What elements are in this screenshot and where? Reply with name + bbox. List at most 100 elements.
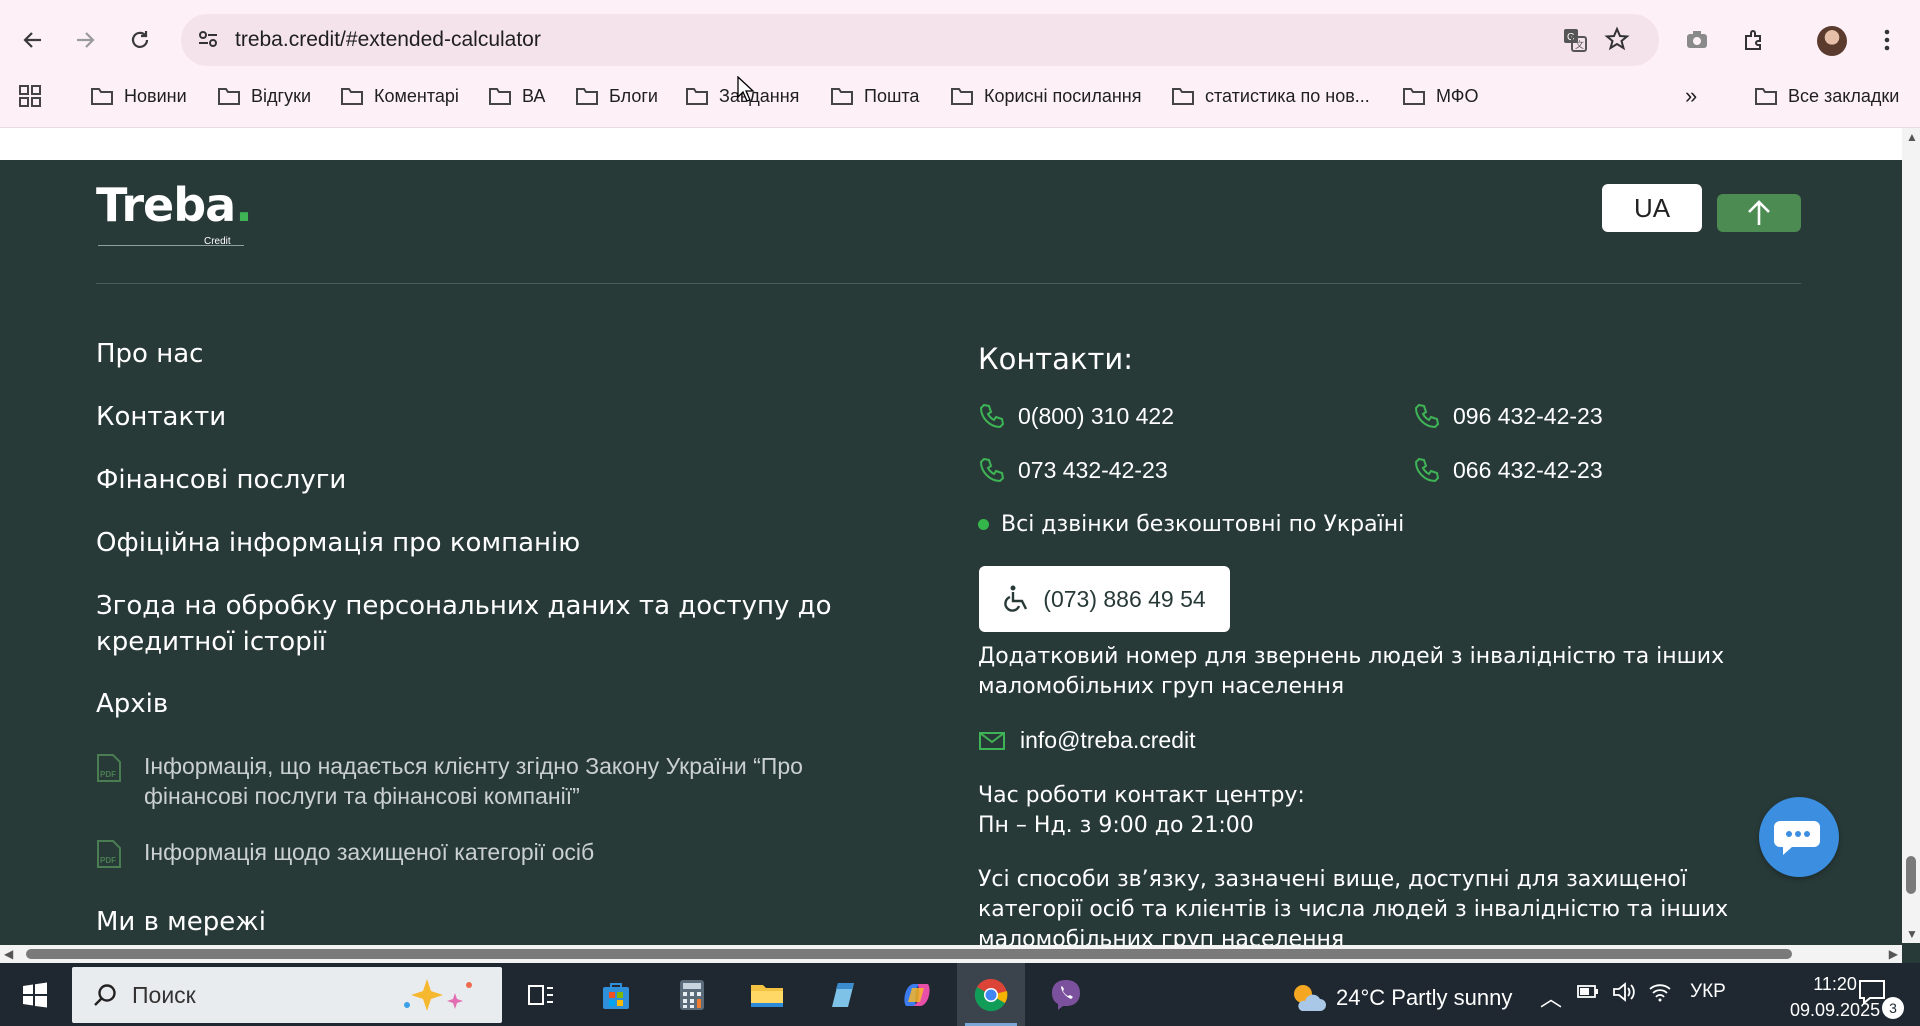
battery-icon[interactable] [1576,981,1600,1007]
apps-grid-icon[interactable] [18,81,42,111]
phone-096[interactable]: 096 432-42-23 [1413,402,1603,430]
link-about[interactable]: Про нас [96,336,203,372]
bookmark-folder-mfo[interactable]: МФО [1402,81,1478,111]
url-text[interactable]: treba.credit/#extended-calculator [235,28,541,52]
weather-widget[interactable]: 24°C Partly sunny [1290,981,1512,1015]
scroll-up-arrow-icon[interactable]: ▲ [1906,130,1918,144]
phone-icon [1414,403,1440,429]
extensions-icon[interactable] [1736,22,1772,58]
site-settings-icon[interactable] [195,26,221,57]
scroll-right-arrow-icon[interactable]: ▶ [1889,947,1898,961]
volume-icon[interactable] [1612,981,1636,1009]
horizontal-scroll-thumb[interactable] [26,949,1792,959]
search-placeholder[interactable]: Поиск [132,982,196,1009]
bookmarks-bar: Новини Відгуки Коментарі ВА Блоги Завдан… [0,78,1920,114]
page-top-strip [0,128,1902,160]
folder-icon [91,88,113,105]
vertical-scrollbar[interactable]: ▲ ▼ [1902,128,1920,943]
bookmark-folder-va[interactable]: ВА [488,81,545,111]
scroll-to-top-button[interactable] [1717,194,1801,232]
accessibility-footer-note: Усі способи зв’язку, зазначені вище, дос… [978,867,1729,945]
footer-divider [96,283,1801,284]
windows-taskbar: Поиск 24°C Partly sunny ︿ УКР 11:20 09.0… [0,963,1920,1026]
profile-avatar[interactable] [1817,26,1847,56]
bookmark-folder-comments[interactable]: Коментарі [340,81,459,111]
folder-icon [951,88,973,105]
link-contacts[interactable]: Контакти [96,399,226,435]
reload-button[interactable] [122,22,158,58]
search-icon [94,984,116,1006]
phone-hotline[interactable]: 0(800) 310 422 [978,402,1174,430]
windows-start-icon[interactable] [10,971,60,1019]
translate-icon[interactable]: G文 [1561,26,1589,59]
pdf-doc-financial-services-law[interactable]: PDF Інформація, що надається клієнту згі… [96,751,886,811]
forward-button[interactable] [67,22,103,58]
scroll-down-arrow-icon[interactable]: ▼ [1906,927,1918,941]
back-button[interactable] [15,22,51,58]
wifi-icon[interactable] [1648,981,1672,1009]
input-language-indicator[interactable]: УКР [1690,981,1726,1003]
tray-chevron-up-icon[interactable]: ︿ [1540,981,1562,1013]
folder-icon [1172,88,1194,105]
link-personal-data-consent[interactable]: Згода на обробку персональних даних та д… [96,588,856,660]
phone-066[interactable]: 066 432-42-23 [1413,456,1603,484]
pdf-doc-label[interactable]: Інформація щодо захищеної категорії осіб [144,837,594,869]
task-view-icon[interactable] [516,971,566,1019]
pdf-doc-protected-category[interactable]: PDF Інформація щодо захищеної категорії … [96,837,886,869]
bookmark-folder-useful-links[interactable]: Корисні посилання [950,81,1141,111]
bookmark-star-icon[interactable] [1604,26,1630,57]
accessibility-phone-button[interactable]: (073) 886 49 54 [979,566,1230,632]
folder-icon [1755,88,1777,105]
phone-073[interactable]: 073 432-42-23 [978,456,1168,484]
treba-logo[interactable]: Treba. Credit [96,178,253,247]
reload-icon [131,31,149,48]
folder-icon [831,88,853,105]
logo-underline [98,245,244,246]
bookmark-folder-news[interactable]: Новини [90,81,187,111]
camera-icon[interactable] [1679,22,1715,58]
scroll-left-arrow-icon[interactable]: ◀ [4,947,13,961]
menu-kebab-icon[interactable] [1869,22,1905,58]
file-explorer-icon[interactable] [742,971,792,1019]
folder-icon [489,88,511,105]
bookmark-folder-mail[interactable]: Пошта [830,81,919,111]
social-section-title: Ми в мережі [96,907,266,937]
chat-widget-button[interactable] [1759,797,1839,877]
forward-arrow-icon [77,32,95,48]
address-bar[interactable]: treba.credit/#extended-calculator G文 [181,14,1659,66]
site-footer: Treba. Credit UA Про нас Контакти Фінанс… [0,160,1902,945]
all-bookmarks-folder[interactable]: Все закладки [1754,81,1899,111]
notepad-app-icon[interactable] [817,971,867,1019]
link-financial-services[interactable]: Фінансові послуги [96,462,346,498]
email-link[interactable]: info@treba.credit [978,727,1196,754]
working-hours-title: Час роботи контакт центру: [978,783,1305,808]
folder-icon [686,88,708,105]
language-switcher-button[interactable]: UA [1602,184,1702,232]
browser-chrome: treba.credit/#extended-calculator G文 Нов… [0,0,1920,128]
phone-icon [1414,457,1440,483]
bookmark-folder-blogs[interactable]: Блоги [575,81,658,111]
link-archive[interactable]: Архів [96,686,168,722]
taskbar-search[interactable]: Поиск [72,967,502,1023]
arrow-up-icon [1748,200,1770,225]
copilot-icon[interactable] [892,971,942,1019]
viber-icon[interactable] [1041,971,1091,1019]
chrome-taskbar-active[interactable] [957,963,1025,1026]
calculator-icon[interactable] [667,971,717,1019]
chrome-icon[interactable] [966,971,1016,1019]
more-bookmarks-chevron-icon[interactable]: » [1685,81,1697,111]
mail-icon [979,731,1005,750]
mouse-cursor-icon [737,76,755,102]
pdf-doc-label[interactable]: Інформація, що надається клієнту згідно … [144,751,886,811]
vertical-scroll-thumb[interactable] [1906,856,1916,894]
bookmark-folder-reviews[interactable]: Відгуки [217,81,311,111]
back-arrow-icon [23,32,41,48]
microsoft-store-icon[interactable] [591,971,641,1019]
chat-bubble-icon [1774,821,1820,855]
logo-wordmark: Treba. [96,178,253,232]
pdf-file-icon: PDF [97,840,121,868]
bookmark-folder-stats[interactable]: статистика по нов... [1171,81,1370,111]
link-official-info[interactable]: Офіційна інформація про компанію [96,525,580,561]
horizontal-scrollbar[interactable]: ◀ ▶ [0,945,1902,963]
sparkle-icon [404,979,472,1011]
